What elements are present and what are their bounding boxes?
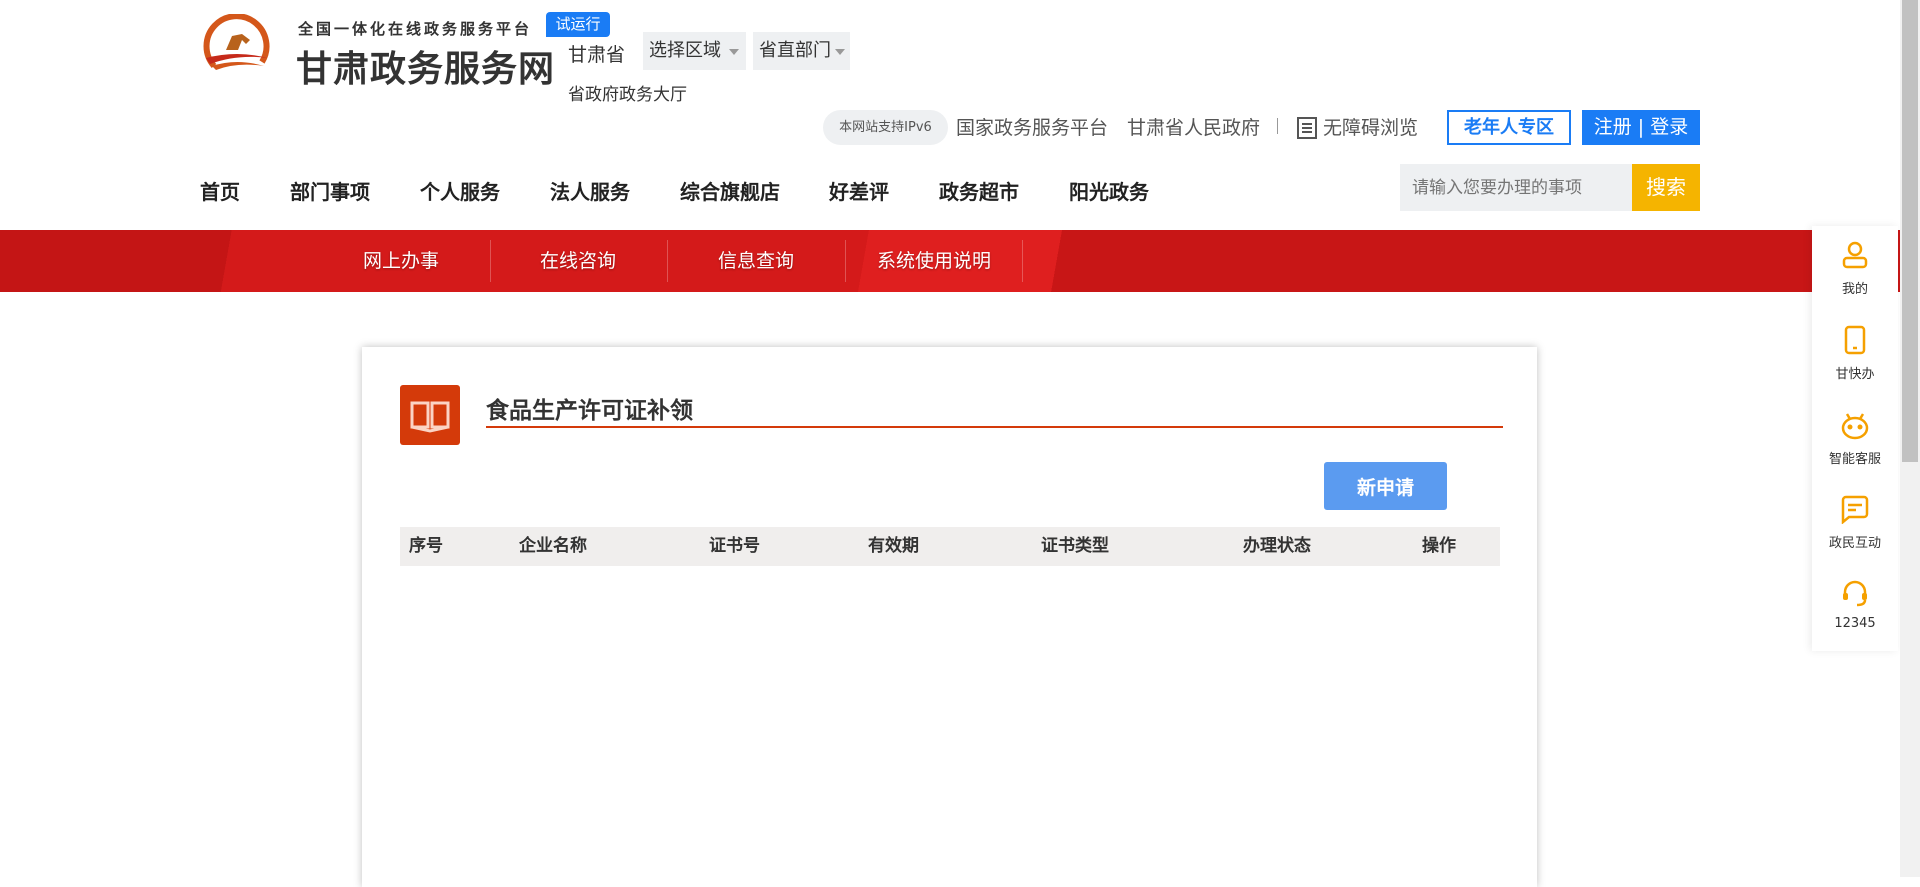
col-validity: 有效期 — [868, 536, 919, 556]
col-index: 序号 — [409, 536, 443, 556]
accessibility-link[interactable]: 无障碍浏览 — [1323, 113, 1418, 140]
register-link[interactable]: 注册 — [1594, 116, 1632, 138]
caret-down-icon — [835, 48, 845, 60]
elder-zone-button[interactable]: 老年人专区 — [1447, 110, 1571, 145]
subnav-consult[interactable]: 在线咨询 — [489, 230, 667, 292]
logo-emblem — [203, 14, 270, 70]
col-actions: 操作 — [1422, 536, 1456, 556]
nav-dept-items[interactable]: 部门事项 — [290, 176, 370, 205]
region-select-label: 选择区域 — [649, 40, 721, 61]
col-cert-type: 证书类型 — [1041, 536, 1109, 556]
caret-down-icon — [729, 48, 739, 60]
nav-home[interactable]: 首页 — [200, 176, 240, 205]
sidebar-label: 甘快办 — [1835, 367, 1875, 382]
nav-personal[interactable]: 个人服务 — [420, 176, 500, 205]
logo-subtitle: 全国一体化在线政务服务平台 — [298, 20, 533, 38]
trial-badge: 试运行 — [546, 12, 610, 37]
hall-link[interactable]: 省政府政务大厅 — [568, 80, 687, 105]
title-underline — [486, 426, 1503, 428]
nav-corporate[interactable]: 法人服务 — [550, 176, 630, 205]
subnav-query[interactable]: 信息查询 — [667, 230, 845, 292]
new-application-button[interactable]: 新申请 — [1324, 462, 1447, 510]
sidebar-label: 政民互动 — [1828, 536, 1881, 551]
accessibility-icon — [1297, 117, 1317, 139]
subnav-manual[interactable]: 系统使用说明 — [845, 230, 1023, 292]
content-card — [362, 347, 1537, 887]
subnav-online-service[interactable]: 网上办事 — [312, 230, 490, 292]
nav-supermarket[interactable]: 政务超市 — [939, 176, 1019, 205]
col-company: 企业名称 — [519, 536, 587, 556]
logo-title[interactable]: 甘肃政务服务网 — [296, 40, 555, 92]
ipv6-badge: 本网站支持IPv6 — [823, 110, 948, 145]
gov-link[interactable]: 甘肃省人民政府 — [1127, 113, 1260, 140]
dept-select[interactable]: 省直部门 — [753, 32, 850, 70]
login-link[interactable]: 登录 — [1650, 116, 1688, 138]
auth-buttons: 注册 | 登录 — [1582, 110, 1700, 145]
divider — [1277, 118, 1278, 134]
headset-icon — [1843, 580, 1867, 607]
sidebar-label: 12345 — [1834, 616, 1876, 631]
search-button[interactable]: 搜索 — [1632, 164, 1700, 211]
national-platform-link[interactable]: 国家政务服务平台 — [956, 113, 1108, 140]
dept-select-label: 省直部门 — [759, 40, 831, 61]
col-cert-no: 证书号 — [709, 536, 760, 556]
sidebar-item-hotline[interactable]: 12345 — [1812, 578, 1898, 631]
sidebar-item-app[interactable]: 甘快办 — [1812, 325, 1898, 382]
nav-evaluation[interactable]: 好差评 — [829, 176, 889, 205]
sidebar-item-mine[interactable]: 我的 — [1812, 240, 1898, 297]
sidebar-label: 智能客服 — [1828, 452, 1881, 467]
robot-icon — [1841, 413, 1869, 440]
sidebar-label: 我的 — [1841, 282, 1868, 297]
user-icon — [1842, 241, 1868, 269]
sidebar-item-interaction[interactable]: 政民互动 — [1812, 494, 1898, 551]
book-icon — [400, 385, 460, 445]
message-icon — [1841, 495, 1869, 524]
nav-flagship[interactable]: 综合旗舰店 — [680, 176, 780, 205]
sidebar-item-chatbot[interactable]: 智能客服 — [1812, 410, 1898, 467]
current-province: 甘肃省 — [568, 44, 626, 66]
region-select[interactable]: 选择区域 — [643, 32, 746, 70]
scrollbar-thumb[interactable] — [1902, 0, 1918, 462]
nav-sunshine[interactable]: 阳光政务 — [1069, 176, 1149, 205]
mobile-icon — [1844, 325, 1866, 355]
col-status: 办理状态 — [1243, 536, 1311, 556]
search-input[interactable] — [1400, 164, 1632, 211]
page-title: 食品生产许可证补领 — [486, 398, 693, 424]
divider — [1022, 240, 1023, 282]
